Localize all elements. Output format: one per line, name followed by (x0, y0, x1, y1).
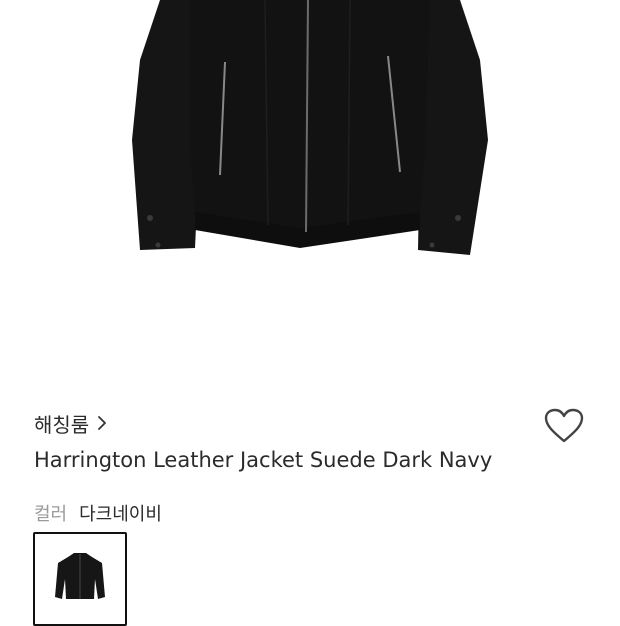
heart-outline-icon (544, 408, 584, 448)
chevron-right-icon (97, 415, 107, 431)
brand-link[interactable]: 해칭룸 (34, 408, 107, 438)
color-option-row: 컬러 다크네이비 (34, 500, 162, 526)
swatch-jacket-thumbnail (55, 553, 105, 599)
product-title: Harrington Leather Jacket Suede Dark Nav… (34, 448, 493, 472)
brand-name: 해칭룸 (34, 412, 90, 437)
product-image (0, 0, 620, 380)
wishlist-button[interactable] (542, 408, 586, 448)
jacket-illustration (132, 0, 488, 255)
color-label: 컬러 (34, 504, 68, 525)
color-value: 다크네이비 (79, 504, 162, 525)
color-swatch-dark-navy[interactable] (33, 532, 127, 626)
